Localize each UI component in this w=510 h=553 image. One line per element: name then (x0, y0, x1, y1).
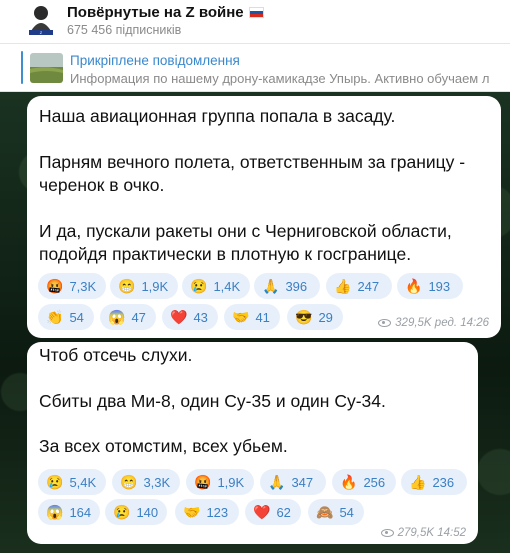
reaction-button[interactable]: 👍 247 (326, 273, 392, 299)
reaction-count: 47 (131, 309, 146, 325)
reaction-emoji: 😁 (120, 474, 138, 490)
reaction-button[interactable]: 👍 236 (401, 469, 467, 495)
reaction-count: 396 (285, 278, 308, 294)
reaction-count: 247 (357, 278, 380, 294)
reaction-count: 54 (339, 504, 354, 520)
reaction-count: 347 (291, 474, 314, 490)
reaction-button[interactable]: 😢 5,4K (38, 469, 106, 495)
message-meta-text: 279,5K 14:52 (397, 527, 466, 539)
reaction-count: 41 (255, 309, 270, 325)
reaction-emoji: 🙈 (316, 504, 334, 520)
reaction-count: 5,4K (69, 474, 97, 490)
message-bubble[interactable]: Наша авиационная группа попала в засаду.… (27, 96, 501, 338)
message-line: Чтоб отсечь слухи. (39, 345, 193, 365)
reaction-count: 3,3K (143, 474, 171, 490)
channel-title-text: Повёрнутые на Z войне (67, 4, 244, 21)
reaction-emoji: 😢 (190, 278, 208, 294)
message-line: подойдя практически в плотную к госграни… (39, 244, 412, 264)
subscriber-count: 675 456 підписників (67, 23, 182, 37)
reaction-count: 54 (69, 309, 84, 325)
reaction-count: 123 (206, 504, 229, 520)
reaction-button[interactable]: 🤝 123 (175, 499, 239, 525)
reaction-count: 1,9K (217, 474, 245, 490)
reaction-emoji: 🤝 (183, 504, 201, 520)
reaction-emoji: 😎 (295, 309, 313, 325)
reaction-emoji: 😢 (113, 504, 131, 520)
reaction-count: 29 (318, 309, 333, 325)
reaction-button[interactable]: 😁 1,9K (110, 273, 178, 299)
reaction-count: 256 (363, 474, 386, 490)
message-line: Сбиты два Ми-8, один Су-35 и один Су-34. (39, 391, 386, 411)
reaction-button[interactable]: 😁 3,3K (112, 469, 180, 495)
reaction-count: 7,3K (69, 278, 97, 294)
reaction-button[interactable]: 🔥 193 (397, 273, 463, 299)
views-icon (380, 529, 394, 537)
reaction-emoji: 🤬 (46, 278, 64, 294)
channel-header[interactable]: Z Повёрнутые на Z войне 675 456 підписни… (0, 0, 510, 44)
reaction-count: 164 (69, 504, 92, 520)
reaction-emoji: 😁 (118, 278, 136, 294)
message-line: черенок в очко. (39, 175, 165, 195)
reaction-emoji: ❤️ (253, 504, 271, 520)
reaction-count: 236 (432, 474, 455, 490)
reaction-emoji: 🤝 (232, 309, 250, 325)
russia-flag-icon (248, 7, 264, 18)
reaction-button[interactable]: ❤️ 62 (245, 499, 301, 525)
reaction-button[interactable]: 🤝 41 (224, 304, 280, 330)
reaction-emoji: 😢 (46, 474, 64, 490)
views-icon (378, 319, 392, 327)
reaction-button[interactable]: 😢 1,4K (182, 273, 250, 299)
reaction-button[interactable]: ❤️ 43 (162, 304, 218, 330)
message-line: Наша авиационная группа попала в засаду. (39, 106, 396, 126)
message-meta: 279,5K 14:52 (380, 527, 466, 539)
reaction-button[interactable]: 🙏 347 (260, 469, 326, 495)
pinned-accent-bar (21, 51, 23, 84)
pinned-title: Прикріплене повідомлення (70, 53, 240, 68)
reaction-emoji: ❤️ (170, 309, 188, 325)
reaction-count: 62 (276, 504, 291, 520)
reaction-emoji: 😱 (46, 504, 64, 520)
message-bubble[interactable]: Чтоб отсечь слухи. Сбиты два Ми-8, один … (27, 342, 478, 544)
pinned-text: Информация по нашему дрону-камикадзе Упы… (70, 71, 490, 86)
reaction-button[interactable]: 🤬 1,9K (186, 469, 254, 495)
reaction-button[interactable]: 🙏 396 (254, 273, 320, 299)
chat-area[interactable]: Наша авиационная группа попала в засаду.… (0, 92, 510, 553)
reaction-count: 193 (428, 278, 451, 294)
message-meta-text: 329,5K ред. 14:26 (395, 317, 489, 329)
reaction-count: 1,9K (141, 278, 169, 294)
reaction-button[interactable]: 🤬 7,3K (38, 273, 106, 299)
reaction-button[interactable]: 😱 47 (100, 304, 156, 330)
reaction-count: 1,4K (213, 278, 241, 294)
reaction-emoji: 😱 (108, 309, 126, 325)
reaction-button[interactable]: 😱 164 (38, 499, 100, 525)
channel-avatar-icon[interactable]: Z (26, 3, 56, 37)
reaction-emoji: 🔥 (340, 474, 358, 490)
reaction-emoji: 🤬 (194, 474, 212, 490)
reaction-button[interactable]: 😎 29 (287, 304, 343, 330)
message-line: За всех отомстим, всех убьем. (39, 436, 288, 456)
reaction-emoji: 👏 (46, 309, 64, 325)
reaction-button[interactable]: 👏 54 (38, 304, 94, 330)
reaction-emoji: 🙏 (262, 278, 280, 294)
reaction-emoji: 👍 (334, 278, 352, 294)
reaction-button[interactable]: 🙈 54 (308, 499, 364, 525)
reaction-button[interactable]: 🔥 256 (332, 469, 396, 495)
reaction-count: 43 (193, 309, 208, 325)
pinned-message[interactable]: Прикріплене повідомлення Информация по н… (0, 44, 510, 92)
reaction-button[interactable]: 😢 140 (105, 499, 167, 525)
message-line: Парням вечного полета, ответственным за … (39, 152, 466, 172)
pinned-thumbnail (30, 53, 63, 83)
reaction-emoji: 👍 (409, 474, 427, 490)
reaction-count: 140 (136, 504, 159, 520)
reaction-emoji: 🔥 (405, 278, 423, 294)
message-meta: 329,5K ред. 14:26 (378, 317, 489, 329)
channel-title[interactable]: Повёрнутые на Z войне (67, 4, 264, 21)
reaction-emoji: 🙏 (268, 474, 286, 490)
message-line: И да, пускали ракеты они с Черниговской … (39, 221, 452, 241)
